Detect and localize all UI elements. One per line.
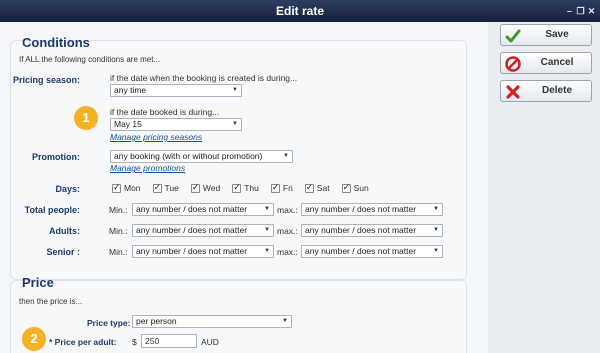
cancel-button[interactable]: Cancel (500, 52, 592, 74)
adults-min-select[interactable]: any number / does not matter ▼ (132, 224, 274, 237)
manage-promotions-link[interactable]: Manage promotions (110, 163, 185, 173)
action-sidebar: Save Cancel Delete (488, 22, 600, 353)
days-label: Days: (55, 184, 80, 194)
adults-min-label: Min.: (109, 226, 128, 236)
conditions-title: Conditions (22, 35, 90, 50)
total-people-min-label: Min.: (109, 205, 128, 215)
days-checkboxes: Mon Tue Wed Thu Fri Sat Sun (112, 182, 381, 193)
senior-max-select[interactable]: any number / does not matter ▼ (301, 245, 443, 258)
promotion-value: any booking (with or without promotion) (114, 151, 263, 161)
chevron-down-icon: ▼ (282, 318, 288, 324)
created-season-value: any time (114, 85, 147, 95)
price-intro: then the price is... (19, 297, 83, 306)
delete-label: Delete (541, 85, 572, 96)
chevron-down-icon: ▼ (232, 121, 238, 127)
day-sat[interactable]: Sat (304, 182, 330, 193)
checkbox-checked[interactable] (270, 182, 280, 193)
delete-button[interactable]: Delete (500, 80, 592, 102)
price-per-adult-label: * Price per adult: (49, 337, 117, 347)
senior-min-select[interactable]: any number / does not matter ▼ (132, 245, 274, 258)
adults-max-select[interactable]: any number / does not matter ▼ (301, 224, 443, 237)
price-title: Price (22, 275, 54, 290)
no-entry-icon (505, 56, 521, 72)
chevron-down-icon: ▼ (433, 227, 439, 233)
cancel-label: Cancel (540, 57, 574, 68)
checkmark-icon (505, 29, 521, 43)
price-type-label: Price type: (87, 318, 131, 328)
step-badge-1: 1 (74, 106, 98, 130)
day-sun[interactable]: Sun (341, 182, 369, 193)
total-people-label: Total people: (24, 205, 80, 215)
price-type-value: per person (136, 316, 177, 326)
window-controls: – ❐ ✕ (565, 0, 596, 22)
currency-symbol: $ (132, 337, 137, 347)
day-tue[interactable]: Tue (152, 182, 179, 193)
currency-code: AUD (201, 337, 219, 347)
window-titlebar: Edit rate – ❐ ✕ (0, 0, 600, 22)
save-label: Save (545, 29, 569, 40)
adults-label: Adults: (49, 226, 80, 236)
chevron-down-icon: ▼ (264, 248, 270, 254)
chevron-down-icon: ▼ (232, 87, 238, 93)
conditions-intro: If ALL the following conditions are met.… (19, 55, 161, 64)
save-button[interactable]: Save (500, 24, 592, 46)
chevron-down-icon: ▼ (433, 248, 439, 254)
step-badge-2: 2 (22, 327, 46, 351)
senior-min-label: Min.: (109, 247, 128, 257)
total-people-max-select[interactable]: any number / does not matter ▼ (301, 203, 443, 216)
created-season-select[interactable]: any time ▼ (110, 84, 242, 97)
checkbox-checked[interactable] (341, 182, 351, 193)
booked-season-value: May 15 (114, 119, 142, 129)
chevron-down-icon: ▼ (264, 206, 270, 212)
conditions-panel: Conditions If ALL the following conditio… (10, 35, 467, 280)
price-type-select[interactable]: per person ▼ (132, 315, 292, 328)
adults-max-label: max.: (277, 226, 298, 236)
price-panel: Price then the price is... Price type: p… (10, 275, 467, 353)
restore-icon[interactable]: ❐ (576, 6, 585, 16)
total-people-max-label: max.: (277, 205, 298, 215)
window-title: Edit rate (275, 4, 324, 18)
day-fri[interactable]: Fri (270, 182, 293, 193)
booked-season-select[interactable]: May 15 ▼ (110, 118, 242, 131)
checkbox-checked[interactable] (304, 182, 314, 193)
checkbox-checked[interactable] (190, 182, 200, 193)
promotion-select[interactable]: any booking (with or without promotion) … (110, 150, 293, 163)
senior-label: Senior : (46, 247, 80, 257)
pricing-season-label: Pricing season: (12, 75, 80, 85)
minimize-icon[interactable]: – (565, 6, 574, 16)
chevron-down-icon: ▼ (433, 206, 439, 212)
chevron-down-icon: ▼ (264, 227, 270, 233)
senior-max-label: max.: (277, 247, 298, 257)
total-people-min-select[interactable]: any number / does not matter ▼ (132, 203, 274, 216)
booked-during-text: if the date booked is during... (110, 107, 220, 117)
day-wed[interactable]: Wed (190, 182, 220, 193)
manage-pricing-seasons-link[interactable]: Manage pricing seasons (110, 132, 202, 142)
day-thu[interactable]: Thu (232, 182, 259, 193)
checkbox-checked[interactable] (152, 182, 162, 193)
x-icon (506, 85, 520, 99)
day-mon[interactable]: Mon (112, 182, 141, 193)
main-content: Conditions If ALL the following conditio… (0, 22, 488, 353)
created-during-text: if the date when the booking is created … (110, 73, 298, 83)
promotion-label: Promotion: (32, 152, 80, 162)
close-icon[interactable]: ✕ (587, 6, 596, 16)
chevron-down-icon: ▼ (283, 153, 289, 159)
checkbox-checked[interactable] (112, 182, 121, 193)
checkbox-checked[interactable] (232, 182, 242, 193)
price-per-adult-input[interactable]: 250 (141, 334, 197, 348)
